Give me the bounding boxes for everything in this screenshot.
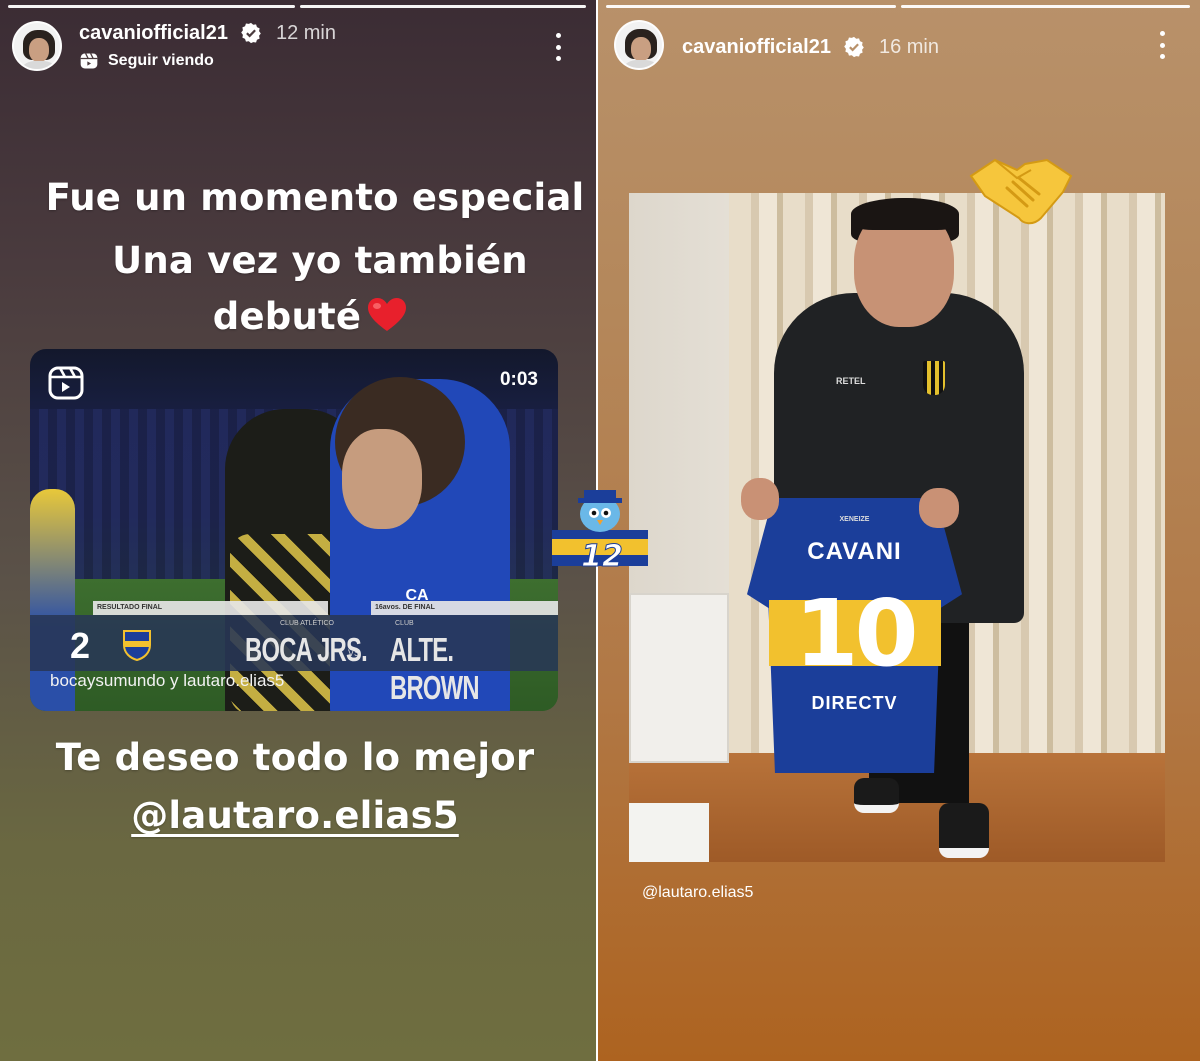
team2-name: ALTE. BROWN: [390, 631, 480, 706]
club-badge-icon: [923, 361, 945, 395]
caption-line: Fue un momento especial: [45, 176, 585, 219]
progress-segment: [900, 5, 1190, 8]
verified-icon: [240, 22, 262, 44]
jersey-number: 10: [794, 580, 918, 687]
team2-club-label: CLUB: [395, 620, 414, 627]
story-progress-bar: [606, 5, 1190, 8]
scoreboard-overlay: RESULTADO FINAL 16avos. DE FINAL 2 CLUB …: [30, 587, 558, 706]
story-photo: RETEL XENEIZE CAVANI 10 DIRECTV: [629, 193, 1165, 862]
caption-mention-line: @lautaro.elias5: [0, 794, 590, 837]
post-time: 16 min: [878, 35, 939, 58]
reel-credit[interactable]: bocaysumundo y lautaro.elias5: [50, 671, 284, 691]
story-header: cavaniofficial21 16 min: [614, 20, 939, 70]
story-progress-bar: [8, 5, 586, 8]
competition-logo: CA: [405, 587, 429, 604]
keep-watching-label: Seguir viendo: [108, 51, 214, 69]
shared-reel-card[interactable]: 0:03 RESULTADO FINAL 16avos. DE FINAL 2 …: [30, 349, 558, 711]
caption-line: Te deseo todo lo mejor: [55, 736, 535, 779]
jersey-name: CAVANI: [807, 538, 902, 565]
reel-icon: [80, 52, 98, 68]
boca-crest-icon: [123, 630, 151, 661]
versus-label: VS: [348, 648, 361, 658]
avatar[interactable]: [12, 21, 62, 71]
sticker-number: 12: [581, 539, 623, 574]
score-value: 2: [70, 625, 91, 666]
keep-watching-link[interactable]: Seguir viendo: [79, 51, 336, 71]
jacket-brand: RETEL: [836, 376, 866, 386]
jersey-sponsor: DIRECTV: [811, 693, 898, 713]
mention-link[interactable]: @lautaro.elias5: [642, 884, 753, 902]
heart-emoji: [368, 298, 407, 331]
story-header: cavaniofficial21 12 min Seguir viendo: [12, 21, 336, 71]
post-time: 12 min: [275, 21, 336, 44]
reel-icon: [48, 366, 84, 400]
jersey: XENEIZE CAVANI 10 DIRECTV: [747, 498, 962, 773]
avatar[interactable]: [614, 20, 664, 70]
progress-segment: [606, 5, 896, 8]
username[interactable]: cavaniofficial21: [79, 22, 228, 45]
more-options-icon[interactable]: [554, 33, 562, 61]
caption-line: Una vez yo también: [112, 239, 528, 282]
story-left[interactable]: cavaniofficial21 12 min Seguir viendo Fu…: [0, 0, 596, 1061]
more-options-icon[interactable]: [1158, 31, 1166, 59]
verified-icon: [843, 36, 865, 58]
progress-segment: [299, 5, 586, 8]
reel-duration: 0:03: [499, 369, 538, 390]
boca-12-sticker-icon: 12: [552, 490, 648, 575]
caption-text: debuté: [212, 295, 362, 338]
mention-link[interactable]: @lautaro.elias5: [131, 794, 459, 837]
team1-club-label: CLUB ATLÉTICO: [280, 620, 334, 627]
caption-line: debuté: [0, 295, 596, 338]
username[interactable]: cavaniofficial21: [682, 36, 831, 59]
story-right[interactable]: cavaniofficial21 16 min RETEL XENEIZE CA…: [598, 0, 1200, 1061]
scoreboard-header: RESULTADO FINAL: [93, 601, 328, 615]
handshake-emoji: [969, 158, 1073, 225]
progress-segment: [8, 5, 295, 8]
